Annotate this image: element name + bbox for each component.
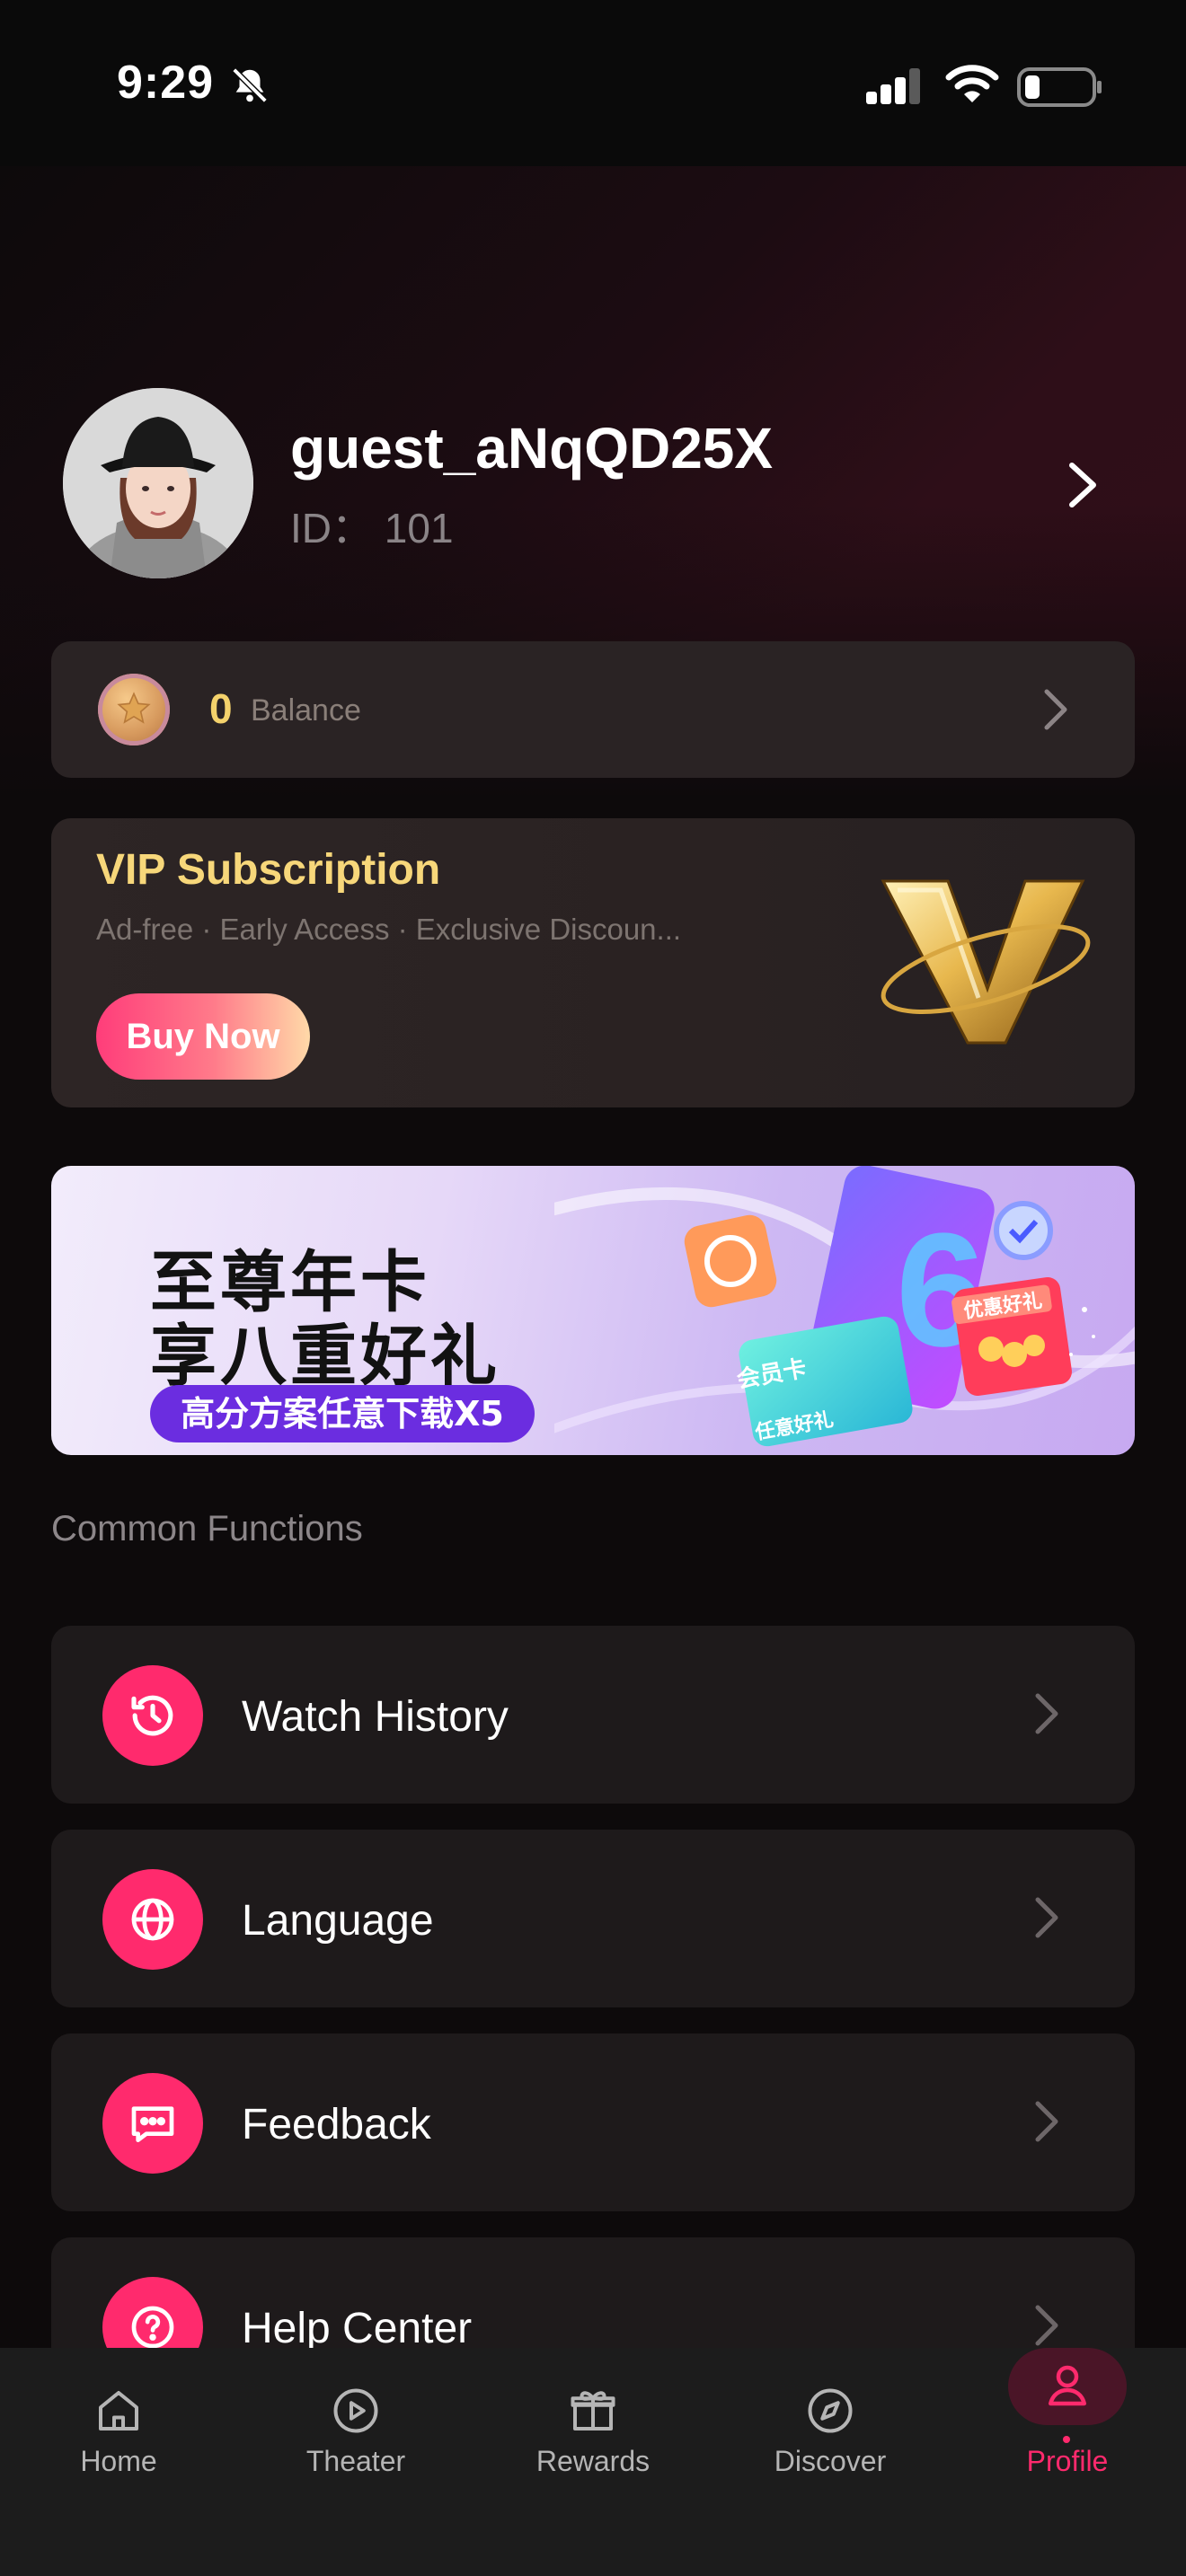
gift-icon — [571, 2391, 615, 2430]
vip-description: Ad-free · Early Access · Exclusive Disco… — [96, 913, 682, 946]
history-icon — [102, 1665, 203, 1766]
compass-icon — [808, 2388, 853, 2433]
bell-muted-icon — [232, 67, 268, 103]
globe-icon — [102, 1869, 203, 1970]
tab-label: Home — [80, 2445, 157, 2477]
chevron-right-icon — [1035, 1897, 1058, 1938]
vip-title: VIP Subscription — [96, 846, 441, 894]
username: guest_aNqQD25X — [290, 416, 774, 481]
cellular-signal-icon — [866, 68, 920, 104]
menu-label: Language — [242, 1897, 434, 1945]
menu-item-watch-history[interactable]: Watch History — [51, 1626, 1135, 1804]
wifi-icon — [945, 65, 999, 102]
promo-banner[interactable]: 6 会员卡 任意好礼 优惠好礼 至尊年卡 享八重好礼 高分方案任意下载X5 — [51, 1166, 1135, 1455]
chevron-right-icon — [1035, 2101, 1058, 2142]
play-icon — [333, 2388, 378, 2433]
banner-tagline: 高分方案任意下载X5 — [150, 1385, 535, 1442]
vip-subscription-card[interactable]: VIP Subscription Ad-free · Early Access … — [51, 818, 1135, 1107]
chevron-right-icon — [1035, 1693, 1058, 1734]
avatar[interactable] — [63, 388, 253, 578]
bottom-tab-bar: Home Theater Rewards Discover Profile — [0, 2348, 1186, 2576]
tab-discover[interactable]: Discover — [712, 2348, 949, 2527]
user-icon — [1049, 2365, 1086, 2406]
tab-label: Discover — [774, 2445, 887, 2477]
menu-item-language[interactable]: Language — [51, 1830, 1135, 2007]
tab-home[interactable]: Home — [0, 2348, 237, 2527]
menu-label: Feedback — [242, 2101, 431, 2148]
balance-card[interactable]: 0 Balance — [51, 641, 1135, 778]
menu-label: Watch History — [242, 1693, 509, 1741]
tab-profile[interactable]: Profile — [949, 2348, 1186, 2527]
home-icon — [99, 2391, 138, 2430]
tab-label: Theater — [305, 2445, 406, 2477]
chevron-right-icon — [1044, 689, 1067, 730]
banner-headline-2: 享八重好礼 — [150, 1318, 500, 1395]
tab-label: Rewards — [535, 2445, 651, 2477]
balance-amount: 0 — [209, 685, 233, 732]
section-title: Common Functions — [51, 1509, 363, 1548]
vip-v-logo-icon — [881, 879, 1091, 1045]
chevron-right-icon[interactable] — [1065, 460, 1101, 510]
tab-theater[interactable]: Theater — [237, 2348, 474, 2527]
battery-icon — [1017, 67, 1102, 107]
status-time: 9:29 — [117, 57, 215, 109]
chevron-right-icon — [1035, 2305, 1058, 2346]
user-id: ID： 101 — [290, 505, 454, 551]
status-bar: 9:29 — [0, 0, 1186, 166]
active-dot — [1063, 2436, 1070, 2443]
message-icon — [102, 2073, 203, 2174]
tab-label: Profile — [1026, 2445, 1109, 2477]
buy-now-button[interactable]: Buy Now — [96, 993, 310, 1080]
coin-icon — [98, 674, 170, 745]
menu-item-feedback[interactable]: Feedback — [51, 2033, 1135, 2211]
tab-rewards[interactable]: Rewards — [474, 2348, 712, 2527]
balance-label: Balance — [251, 693, 361, 728]
promo-illustration: 6 会员卡 任意好礼 优惠好礼 — [554, 1166, 1135, 1447]
menu-label: Help Center — [242, 2305, 473, 2352]
